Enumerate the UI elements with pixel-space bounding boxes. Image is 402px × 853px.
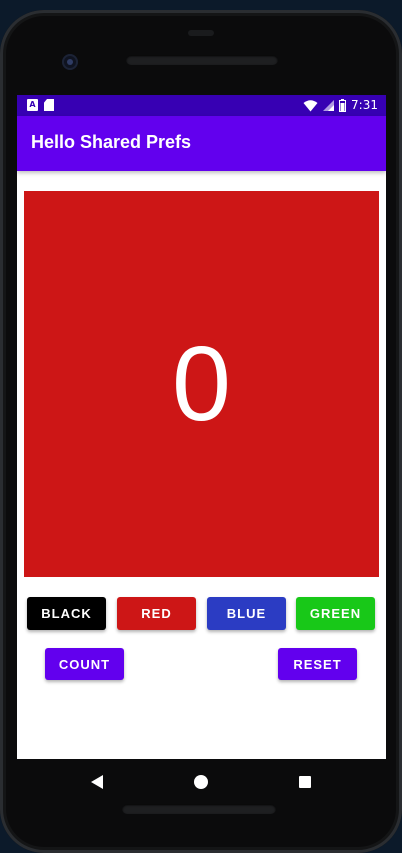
proximity-sensor	[188, 30, 214, 36]
red-button[interactable]: RED	[117, 597, 196, 630]
app-bar: Hello Shared Prefs	[17, 116, 386, 171]
count-value: 0	[172, 325, 231, 443]
count-button[interactable]: COUNT	[45, 648, 124, 680]
cellular-icon	[323, 100, 335, 111]
black-button[interactable]: BLACK	[27, 597, 106, 630]
wifi-icon	[303, 99, 318, 111]
nav-bar	[17, 759, 386, 807]
a-icon: A	[27, 99, 38, 111]
app-title: Hello Shared Prefs	[31, 132, 192, 152]
blue-button[interactable]: BLUE	[207, 597, 286, 630]
home-icon[interactable]	[194, 775, 208, 789]
recents-icon[interactable]	[299, 776, 311, 788]
status-bar: A 7:31	[17, 95, 386, 116]
count-display: 0	[24, 191, 379, 577]
reset-button[interactable]: RESET	[278, 648, 357, 680]
app-screen: A 7:31 Hello Shared Prefs 0 BLACK RED BL…	[17, 95, 386, 759]
earpiece-speaker	[126, 55, 278, 65]
front-camera	[62, 54, 78, 70]
status-time: 7:31	[351, 98, 378, 112]
green-button[interactable]: GREEN	[296, 597, 375, 630]
sd-card-icon	[44, 99, 54, 111]
battery-icon	[339, 99, 347, 112]
back-icon[interactable]	[91, 775, 103, 789]
